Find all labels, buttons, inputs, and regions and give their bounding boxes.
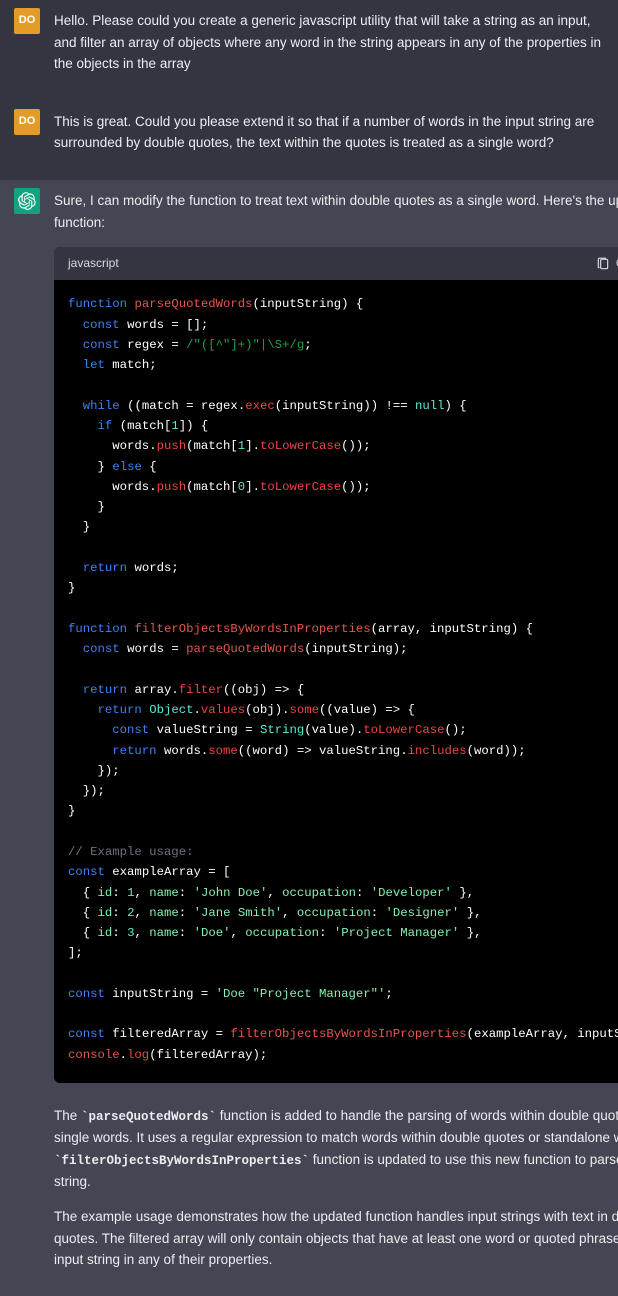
code-language-label: javascript <box>68 254 119 273</box>
user-message: DO Hello. Please could you create a gene… <box>0 0 618 101</box>
assistant-message: Sure, I can modify the function to treat… <box>0 180 618 1296</box>
message-content: This is great. Could you please extend i… <box>54 109 604 168</box>
user-message: DO This is great. Could you please exten… <box>0 101 618 180</box>
inline-code: `filterObjectsByWordsInProperties` <box>54 1154 309 1168</box>
message-text: This is great. Could you please extend i… <box>54 111 604 154</box>
message-text: Hello. Please could you create a generic… <box>54 10 604 75</box>
openai-icon <box>18 192 36 210</box>
assistant-explain-2: The example usage demonstrates how the u… <box>54 1206 618 1271</box>
copy-code-button[interactable]: Copy code <box>596 254 618 273</box>
inline-code: `parseQuotedWords` <box>81 1110 216 1124</box>
code-content[interactable]: function parseQuotedWords(inputString) {… <box>54 280 618 1083</box>
message-content: Sure, I can modify the function to treat… <box>54 188 618 1285</box>
user-avatar: DO <box>14 109 40 135</box>
message-content: Hello. Please could you create a generic… <box>54 8 604 89</box>
clipboard-icon <box>596 257 610 271</box>
assistant-intro: Sure, I can modify the function to treat… <box>54 190 618 233</box>
assistant-avatar <box>14 188 40 214</box>
code-toolbar: javascript Copy code <box>54 247 618 280</box>
user-avatar: DO <box>14 8 40 34</box>
assistant-explain-1: The `parseQuotedWords` function is added… <box>54 1105 618 1192</box>
code-block: javascript Copy code function parseQuote… <box>54 247 618 1083</box>
